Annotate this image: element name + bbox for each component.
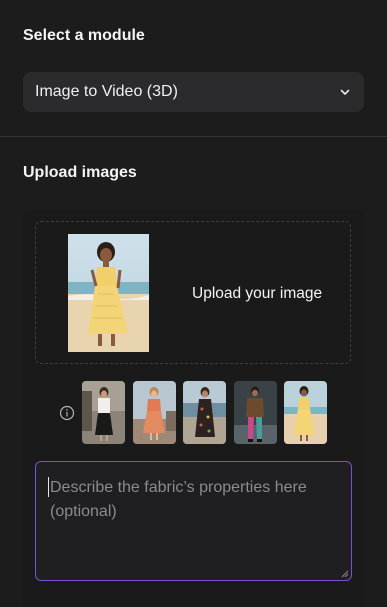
sample-thumbnail[interactable] — [133, 381, 176, 444]
fabric-description-input[interactable]: Describe the fabric’s properties here (o… — [35, 461, 352, 581]
sample-thumbnail[interactable] — [234, 381, 277, 444]
select-module-title: Select a module — [23, 27, 145, 44]
chevron-down-icon — [340, 89, 350, 95]
upload-images-title: Upload images — [23, 164, 137, 181]
module-select-value: Image to Video (3D) — [35, 83, 178, 100]
uploaded-image-preview — [68, 234, 149, 352]
sample-thumbnail[interactable] — [183, 381, 226, 444]
upload-your-image-label: Upload your image — [192, 285, 323, 302]
image-dropzone[interactable]: Upload your image — [35, 221, 351, 364]
module-select[interactable]: Image to Video (3D) — [23, 72, 364, 112]
fabric-description-placeholder: Describe the fabric’s properties here (o… — [50, 479, 307, 520]
section-divider — [0, 136, 387, 137]
sample-thumbnail[interactable] — [284, 381, 327, 444]
resize-handle-icon[interactable] — [341, 570, 349, 578]
info-icon[interactable] — [59, 405, 75, 421]
text-caret — [48, 477, 49, 497]
sample-thumbnail[interactable] — [82, 381, 125, 444]
